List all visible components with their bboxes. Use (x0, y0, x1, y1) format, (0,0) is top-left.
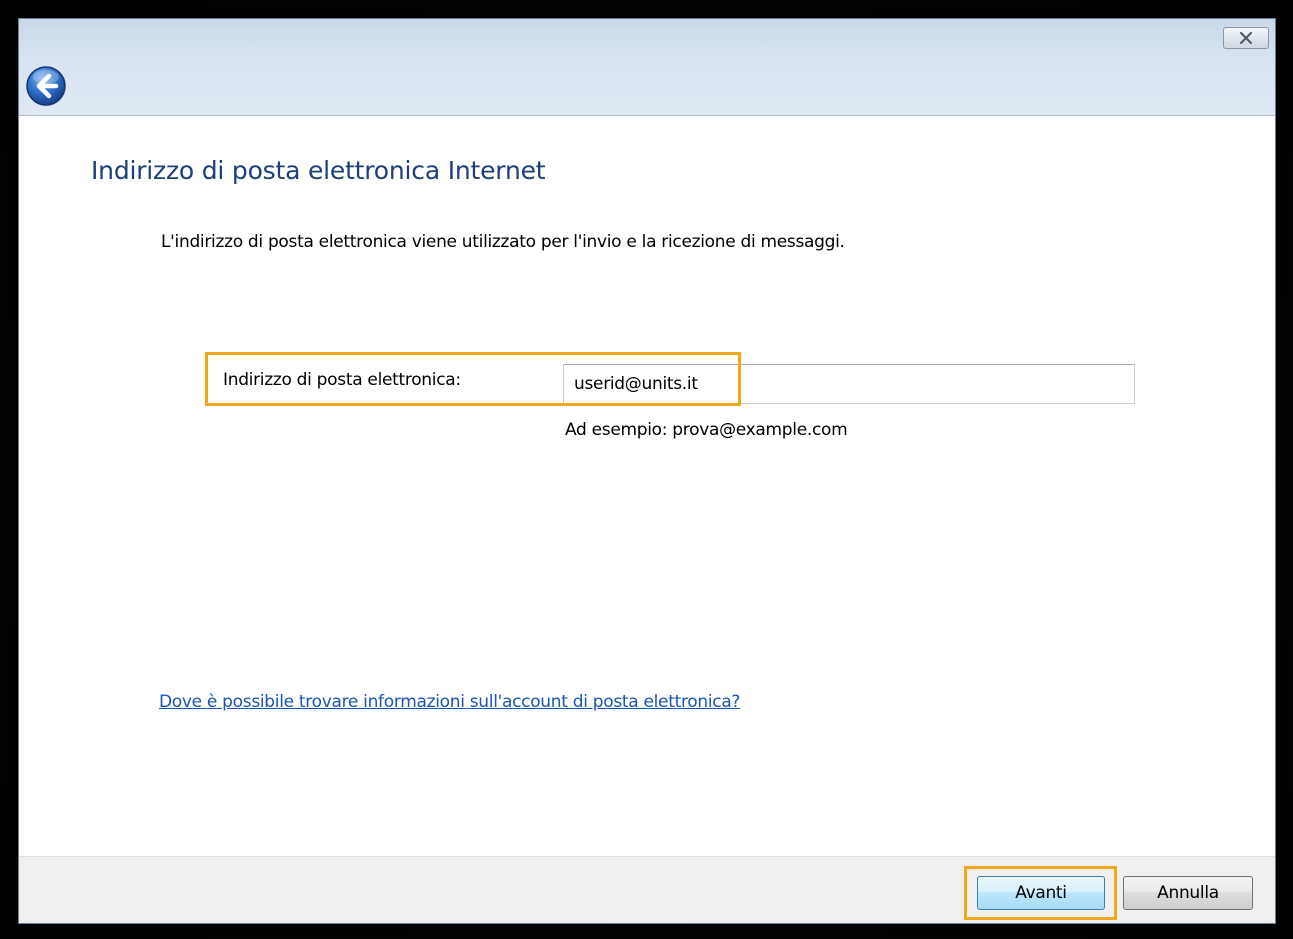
email-example-hint: Ad esempio: prova@example.com (565, 420, 848, 440)
title-bar (19, 19, 1275, 116)
screen-background: Indirizzo di posta elettronica Internet … (0, 0, 1293, 939)
cancel-button[interactable]: Annulla (1123, 876, 1253, 910)
close-icon (1240, 32, 1252, 44)
email-field-label: Indirizzo di posta elettronica: (223, 370, 461, 390)
wizard-footer: Avanti Annulla (19, 856, 1275, 923)
next-button[interactable]: Avanti (977, 876, 1105, 910)
account-info-help-link[interactable]: Dove è possibile trovare informazioni su… (159, 692, 740, 712)
page-title: Indirizzo di posta elettronica Internet (91, 156, 546, 185)
back-button[interactable] (25, 65, 67, 107)
back-arrow-icon (26, 66, 66, 106)
email-field[interactable] (563, 364, 1135, 404)
close-button[interactable] (1223, 27, 1269, 49)
wizard-content: Indirizzo di posta elettronica Internet … (19, 116, 1275, 856)
page-description: L'indirizzo di posta elettronica viene u… (161, 232, 845, 252)
account-wizard-window: Indirizzo di posta elettronica Internet … (18, 18, 1276, 924)
